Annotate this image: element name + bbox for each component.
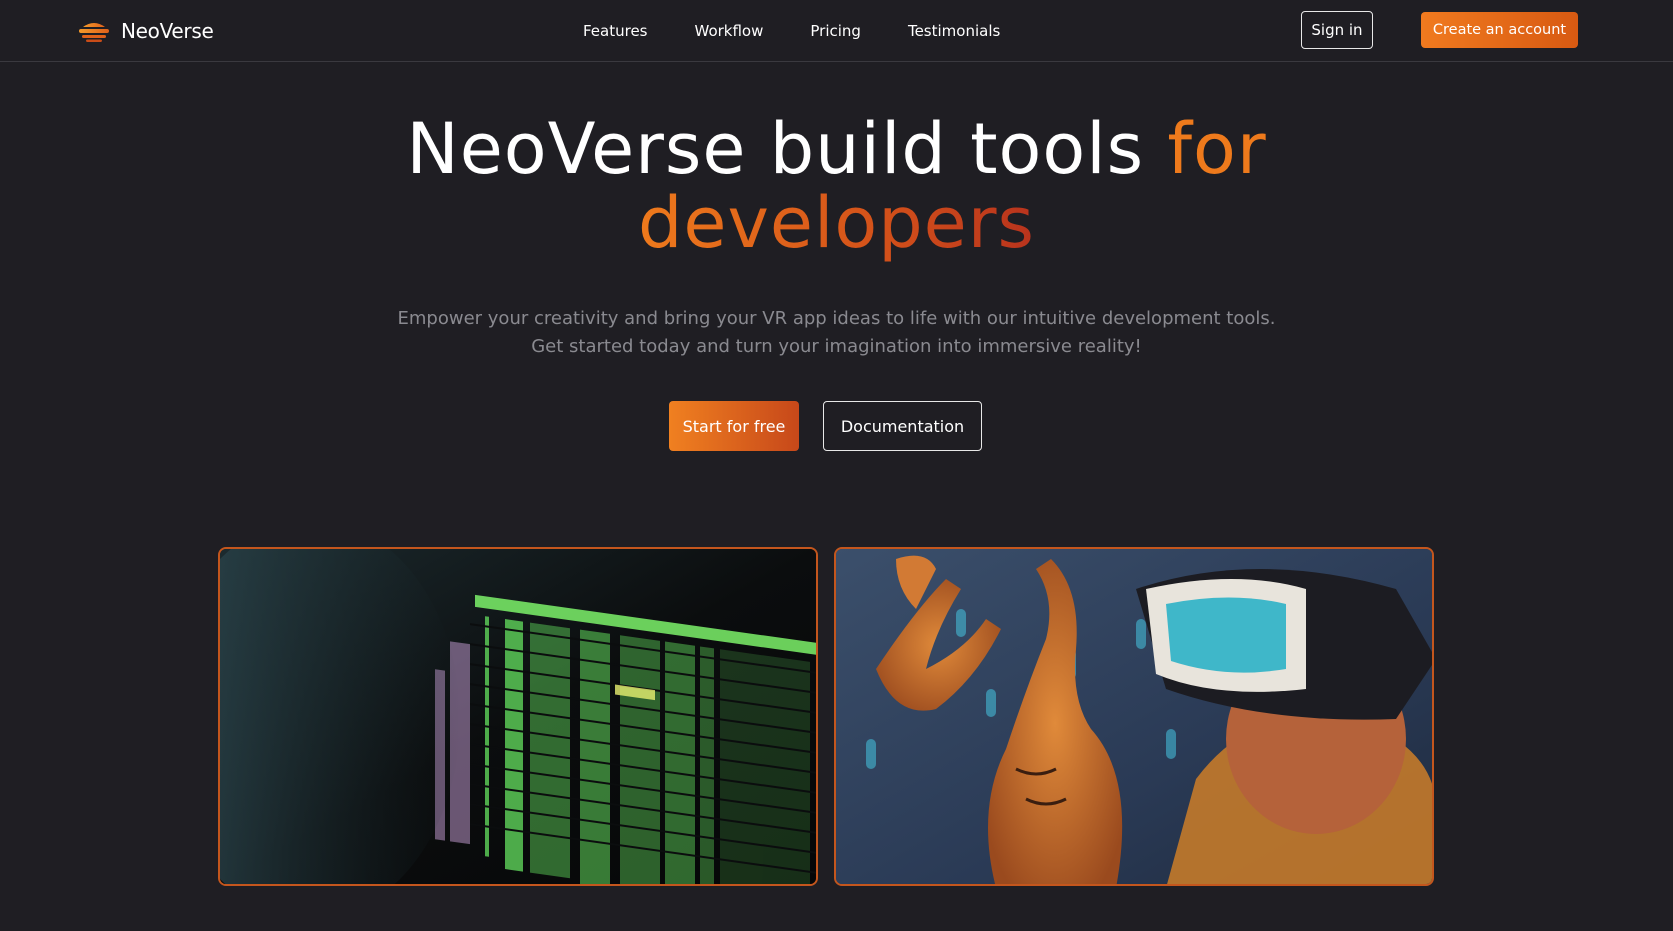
hero-title-accent-developers: developers bbox=[637, 182, 1036, 264]
hero-title-accent-for: for bbox=[1167, 108, 1267, 190]
create-account-button[interactable]: Create an account bbox=[1421, 12, 1578, 48]
brand-name: NeoVerse bbox=[121, 19, 214, 43]
documentation-button[interactable]: Documentation bbox=[823, 401, 982, 451]
hero-title-main: NeoVerse build tools bbox=[406, 108, 1168, 190]
nav-link-pricing[interactable]: Pricing bbox=[810, 22, 861, 40]
brand-logo[interactable]: NeoVerse bbox=[77, 17, 214, 45]
terminal-screen-image bbox=[218, 547, 818, 886]
vr-headset-person-image bbox=[834, 547, 1434, 886]
nav-link-features[interactable]: Features bbox=[583, 22, 648, 40]
start-for-free-button[interactable]: Start for free bbox=[669, 401, 799, 451]
hero-subtitle-line-2: Get started today and turn your imaginat… bbox=[531, 336, 1142, 357]
hero-title: NeoVerse build tools for developers bbox=[0, 112, 1673, 260]
stacked-layers-logo-icon bbox=[79, 23, 109, 42]
sign-in-button[interactable]: Sign in bbox=[1301, 11, 1373, 49]
top-navbar: NeoVerse Features Workflow Pricing Testi… bbox=[0, 0, 1673, 62]
nav-link-workflow[interactable]: Workflow bbox=[695, 22, 764, 40]
hero-subtitle-line-1: Empower your creativity and bring your V… bbox=[397, 308, 1276, 329]
hero-subtitle: Empower your creativity and bring your V… bbox=[0, 305, 1673, 361]
main-nav: Features Workflow Pricing Testimonials bbox=[583, 0, 1000, 62]
nav-link-testimonials[interactable]: Testimonials bbox=[908, 22, 1000, 40]
